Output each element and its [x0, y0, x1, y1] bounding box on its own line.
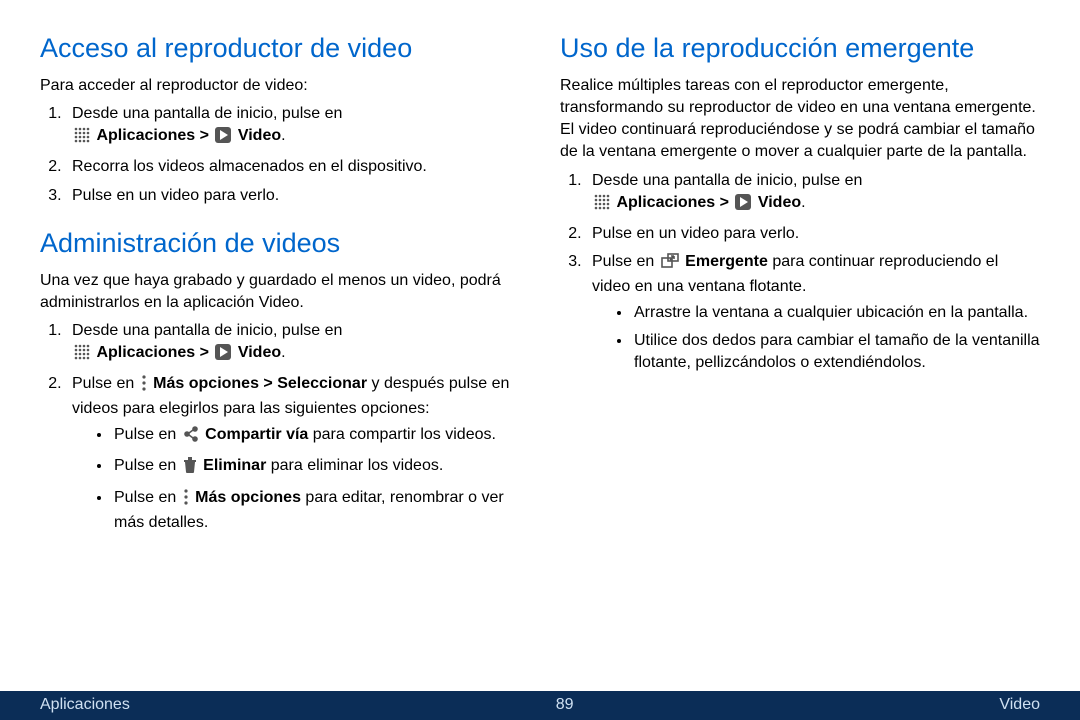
- intro-admin: Una vez que haya grabado y guardado el m…: [40, 270, 520, 314]
- step-1: Desde una pantalla de inicio, pulse en A…: [66, 320, 520, 367]
- label-aplicaciones: Aplicaciones: [616, 194, 715, 211]
- page-footer: Aplicaciones 89 Video: [0, 691, 1080, 720]
- apps-grid-icon: [594, 194, 610, 217]
- video-play-icon: [215, 344, 231, 367]
- label-video: Video: [758, 194, 801, 211]
- label-aplicaciones: Aplicaciones: [96, 127, 195, 144]
- step-2: Pulse en Más opciones > Seleccionar y de…: [66, 373, 520, 533]
- bullet-mas-opciones: Pulse en Más opciones para editar, renom…: [112, 487, 520, 534]
- step-1: Desde una pantalla de inicio, pulse en A…: [66, 103, 520, 150]
- text: Pulse en: [114, 489, 181, 506]
- footer-left: Aplicaciones: [40, 696, 130, 714]
- bullet-arrastrar: Arrastre la ventana a cualquier ubicació…: [632, 302, 1040, 324]
- label-emergente: Emergente: [685, 253, 768, 270]
- text: para compartir los videos.: [308, 426, 496, 443]
- sub-bullets: Arrastre la ventana a cualquier ubicació…: [592, 302, 1040, 374]
- label-mas-opciones: Más opciones: [195, 489, 301, 506]
- period: .: [281, 127, 285, 144]
- period: .: [281, 344, 285, 361]
- video-play-icon: [735, 194, 751, 217]
- trash-icon: [183, 457, 197, 480]
- label-eliminar: Eliminar: [203, 457, 266, 474]
- apps-grid-icon: [74, 127, 90, 150]
- bullet-pinch: Utilice dos dedos para cambiar el tamaño…: [632, 330, 1040, 374]
- bullet-compartir: Pulse en Compartir vía para compartir lo…: [112, 424, 520, 449]
- text: Pulse en: [114, 426, 181, 443]
- text: Desde una pantalla de inicio, pulse en: [72, 105, 342, 122]
- step-2: Pulse en un video para verlo.: [586, 223, 1040, 245]
- popup-window-icon: [661, 253, 679, 276]
- label-mas-opciones-seleccionar: Más opciones > Seleccionar: [153, 375, 367, 392]
- separator: >: [715, 194, 733, 211]
- video-play-icon: [215, 127, 231, 150]
- text: Desde una pantalla de inicio, pulse en: [72, 322, 342, 339]
- label-aplicaciones: Aplicaciones: [96, 344, 195, 361]
- separator: >: [195, 344, 213, 361]
- text: Pulse en: [592, 253, 659, 270]
- steps-acceso: Desde una pantalla de inicio, pulse en A…: [40, 103, 520, 206]
- footer-page-number: 89: [130, 696, 1000, 714]
- separator: >: [195, 127, 213, 144]
- steps-emergente: Desde una pantalla de inicio, pulse en A…: [560, 170, 1040, 375]
- heading-acceso: Acceso al reproductor de video: [40, 30, 520, 67]
- text: para eliminar los videos.: [266, 457, 443, 474]
- sub-bullets: Pulse en Compartir vía para compartir lo…: [72, 424, 520, 533]
- share-icon: [183, 426, 199, 449]
- bullet-eliminar: Pulse en Eliminar para eliminar los vide…: [112, 455, 520, 480]
- period: .: [801, 194, 805, 211]
- apps-grid-icon: [74, 344, 90, 367]
- label-video: Video: [238, 344, 281, 361]
- more-options-icon: [183, 489, 189, 512]
- footer-right: Video: [999, 696, 1040, 714]
- steps-admin: Desde una pantalla de inicio, pulse en A…: [40, 320, 520, 534]
- heading-admin: Administración de videos: [40, 225, 520, 262]
- label-compartir: Compartir vía: [205, 426, 308, 443]
- intro-acceso: Para acceder al reproductor de video:: [40, 75, 520, 97]
- more-options-icon: [141, 375, 147, 398]
- label-video: Video: [238, 127, 281, 144]
- step-3: Pulse en Emergente para continuar reprod…: [586, 251, 1040, 374]
- page-content: Acceso al reproductor de video Para acce…: [0, 0, 1080, 691]
- step-3: Pulse en un video para verlo.: [66, 185, 520, 207]
- step-2: Recorra los videos almacenados en el dis…: [66, 156, 520, 178]
- text: Desde una pantalla de inicio, pulse en: [592, 172, 862, 189]
- text: Pulse en: [114, 457, 181, 474]
- heading-emergente: Uso de la reproducción emergente: [560, 30, 1040, 67]
- step-1: Desde una pantalla de inicio, pulse en A…: [586, 170, 1040, 217]
- intro-emergente: Realice múltiples tareas con el reproduc…: [560, 75, 1040, 163]
- left-column: Acceso al reproductor de video Para acce…: [40, 30, 520, 681]
- right-column: Uso de la reproducción emergente Realice…: [560, 30, 1040, 681]
- text: Pulse en: [72, 375, 139, 392]
